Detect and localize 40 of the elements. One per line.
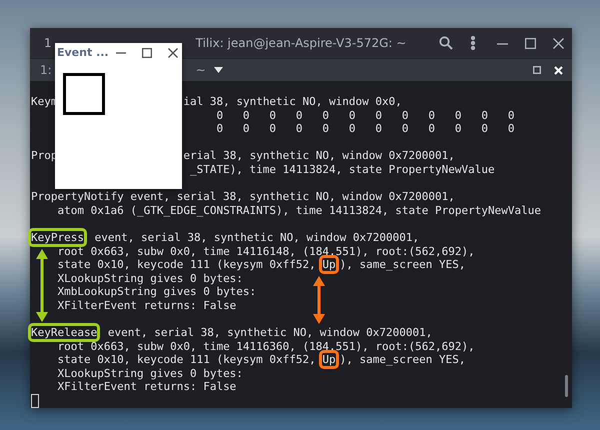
- maximize-icon[interactable]: [525, 38, 536, 48]
- session-counter: 1: [44, 35, 52, 52]
- terminal-text: XLookupString gives 0 bytes:: [58, 366, 243, 380]
- terminal-text: erial 38, synthetic NO, window 0x7200001,: [183, 149, 455, 162]
- terminal-text: XLookupString gives 0 bytes:: [58, 272, 243, 285]
- terminal-text: XFilterEvent returns: False: [58, 298, 236, 312]
- restore-icon[interactable]: [533, 66, 541, 74]
- dropdown-caret-icon[interactable]: [214, 67, 223, 73]
- more-options-icon[interactable]: [471, 36, 475, 50]
- terminal-text: XFilterEvent returns: False: [58, 380, 236, 394]
- terminal-text: ), same_screen YES,: [340, 353, 466, 366]
- maximize-icon[interactable]: [142, 48, 152, 58]
- close-icon[interactable]: [553, 38, 564, 48]
- terminal-text: ial 38, synthetic NO, window 0x0,: [183, 95, 402, 108]
- highlighted-text: Up: [322, 353, 336, 366]
- terminal-text: PropertyNotify event, serial 38, synthetic NO, window 0x7200001,: [31, 190, 455, 204]
- terminal-text: ), same_screen YES,: [340, 258, 466, 272]
- terminal-text: 0 0 0 0 0 0 0 0 0 0 0 0: [216, 122, 514, 136]
- terminal-text: event, serial 38, synthetic NO, window 0x7200001,: [108, 326, 432, 340]
- window-title: Event ...: [57, 44, 109, 61]
- window-title: Tilix: jean@jean-Aspire-V3-572G: ~: [196, 35, 406, 52]
- tab-path: ~: [196, 62, 206, 79]
- terminal-text: event, serial 38, synthetic NO, window 0x7200001,: [94, 230, 420, 244]
- terminal-text: state 0x10, keycode 111 (keysym 0xff52,: [58, 258, 317, 272]
- terminal-text: root 0x663, subw 0x0, time 14116148, (184,551), root:(562,692),: [58, 244, 475, 258]
- close-icon[interactable]: [168, 48, 178, 58]
- highlighted-text: KeyPress: [31, 230, 84, 244]
- tab-label[interactable]: 1:: [40, 61, 52, 79]
- highlighted-text: Up: [322, 258, 336, 272]
- terminal-text: root 0x663, subw 0x0, time 14116360, (184,551), root:(562,692),: [58, 340, 475, 353]
- terminal-text: _STATE), time 14113824, state PropertyNewValue: [190, 162, 495, 176]
- square-outline: [63, 73, 105, 115]
- scrollbar-thumb[interactable]: [565, 375, 568, 397]
- terminal-text: XmbLookupString gives 0 bytes:: [58, 285, 256, 298]
- terminal-text: atom 0x1a6 (_GTK_EDGE_CONSTRAINTS), time 14113824, state PropertyNewValue: [58, 204, 541, 217]
- highlighted-text: KeyRelease: [31, 326, 98, 340]
- terminal-text: state 0x10, keycode 111 (keysym 0xff52,: [58, 353, 317, 366]
- terminal-text: 0 0 0 0 0 0 0 0 0 0 0 0: [216, 108, 514, 122]
- terminal-cursor: [31, 394, 39, 408]
- search-icon[interactable]: [439, 36, 453, 50]
